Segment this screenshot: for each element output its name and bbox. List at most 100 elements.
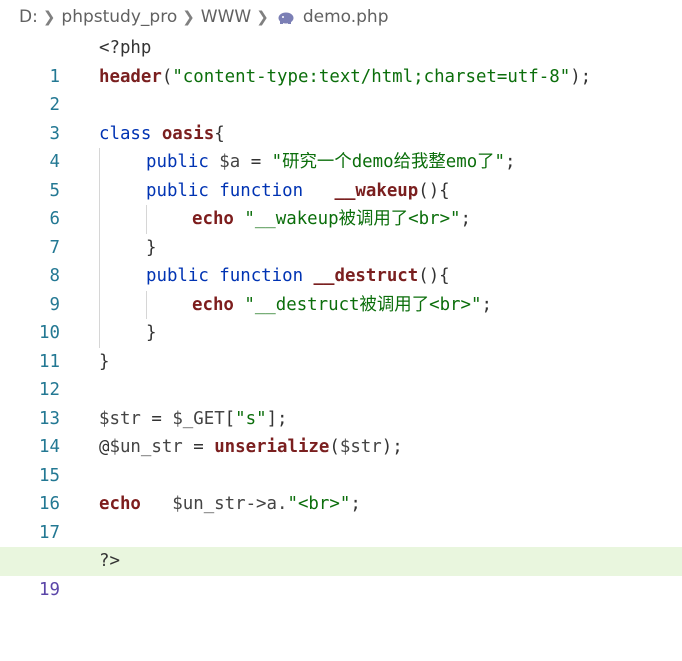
code-line: 17 echo $un_str->a."<br>"; — [0, 490, 682, 543]
indent-guide — [99, 262, 100, 291]
code-line: 8 } — [0, 233, 682, 286]
code-text: header("content-type:text/html;charset=u… — [99, 63, 591, 92]
variable: $str — [339, 437, 382, 457]
keyword: echo — [192, 294, 245, 315]
punctuation: } — [146, 237, 157, 258]
variable: $str — [99, 408, 141, 429]
code-text: echo "__destruct被调用了<br>"; — [192, 291, 492, 320]
variable: $un_str->a. — [151, 494, 288, 514]
code-text: class oasis{ — [99, 120, 225, 149]
variable: $a — [219, 152, 241, 172]
keyword: echo — [99, 494, 152, 514]
keyword: echo — [192, 209, 245, 229]
code-text: } — [99, 348, 109, 377]
punctuation: ( — [161, 66, 173, 87]
string-literal: "<br>" — [287, 494, 351, 514]
line-number: 19 — [39, 579, 60, 600]
code-line: 6 public function __wakeup(){ — [0, 176, 682, 229]
punctuation: (){ — [418, 180, 450, 201]
punctuation: ; — [460, 209, 471, 229]
code-text: } — [146, 319, 156, 348]
indent-guide — [99, 290, 100, 319]
indent-guide — [99, 176, 100, 205]
keyword: public — [146, 180, 220, 201]
code-text: @$un_str = unserialize($str); — [99, 433, 403, 462]
code-line: 10 echo "__destruct被调用了<br>"; — [0, 290, 682, 343]
punctuation: ( — [329, 437, 340, 457]
php-close-tag: ?> — [99, 551, 120, 571]
code-line: 13 — [0, 376, 682, 429]
function-name: __destruct — [313, 266, 419, 286]
indent-guide — [146, 205, 147, 234]
code-line: 7 echo "__wakeup被调用了<br>"; — [0, 205, 682, 258]
code-line: 11 } — [0, 319, 682, 372]
function-name: unserialize — [214, 437, 330, 457]
class-name: oasis — [161, 123, 215, 144]
code-text: echo "__wakeup被调用了<br>"; — [192, 205, 471, 234]
keyword: public — [146, 152, 220, 172]
code-text: public function __wakeup(){ — [146, 177, 450, 206]
operator: = — [182, 437, 215, 457]
chevron-right-icon: ❯ — [42, 8, 56, 26]
punctuation: ]; — [266, 408, 288, 429]
code-line: 9 public function __destruct(){ — [0, 262, 682, 315]
indent-guide — [99, 205, 100, 234]
breadcrumb-drive[interactable]: D: — [19, 7, 38, 27]
chevron-right-icon: ❯ — [256, 8, 269, 26]
variable: $un_str — [109, 437, 183, 457]
punctuation: { — [214, 123, 225, 144]
breadcrumb-folder-www[interactable]: WWW — [201, 7, 251, 27]
keyword: class — [99, 123, 162, 144]
php-open-tag: <?php — [99, 38, 152, 58]
string-literal: "s" — [235, 408, 267, 429]
keyword: public — [146, 266, 220, 286]
code-line: 18 — [0, 519, 682, 571]
operator: = — [240, 152, 272, 172]
string-literal: "content-type:text/html;charset=utf-8" — [172, 66, 571, 87]
indent-guide — [99, 319, 100, 348]
php-elephant-icon — [277, 10, 295, 24]
code-text: $str = $_GET["s"]; — [99, 405, 288, 434]
indent-guide — [99, 148, 100, 177]
code-line: 1 <?php — [0, 34, 682, 87]
punctuation: ; — [350, 494, 361, 514]
breadcrumb-folder-phpstudy[interactable]: phpstudy_pro — [61, 7, 177, 27]
punctuation: } — [99, 351, 110, 372]
function-name: __wakeup — [313, 180, 419, 201]
operator: @ — [99, 437, 110, 457]
punctuation: (){ — [418, 266, 450, 286]
code-line: 2 header("content-type:text/html;charset… — [0, 63, 682, 116]
code-text: } — [146, 234, 156, 263]
breadcrumb: D: ❯ phpstudy_pro ❯ WWW ❯ demo.php — [0, 0, 682, 34]
indent-guide — [99, 233, 100, 262]
code-text: ?> — [99, 547, 120, 576]
code-line: 3 — [0, 91, 682, 144]
punctuation: [ — [224, 408, 236, 429]
variable: $_GET — [172, 408, 225, 429]
string-literal: "研究一个demo给我整emo了" — [271, 152, 506, 172]
punctuation: ); — [570, 66, 592, 87]
punctuation: ; — [505, 152, 516, 172]
code-line: 14 $str = $_GET["s"]; — [0, 405, 682, 458]
code-line: 4 class oasis{ — [0, 120, 682, 173]
operator: = — [140, 408, 173, 429]
code-text: echo $un_str->a."<br>"; — [99, 490, 361, 519]
code-line: 5 public $a = "研究一个demo给我整emo了"; — [0, 148, 682, 201]
string-literal: "__destruct被调用了<br>" — [244, 294, 482, 315]
punctuation: } — [146, 323, 157, 343]
punctuation: ); — [381, 437, 403, 457]
punctuation: ; — [481, 294, 492, 315]
string-literal: "__wakeup被调用了<br>" — [244, 209, 461, 229]
code-line: 15 @$un_str = unserialize($str); — [0, 433, 682, 486]
keyword: function — [219, 180, 314, 201]
code-line: 16 — [0, 462, 682, 514]
function-name: header — [99, 66, 162, 87]
keyword: function — [219, 266, 314, 286]
chevron-right-icon: ❯ — [182, 8, 195, 26]
indent-guide — [146, 290, 147, 319]
breadcrumb-file[interactable]: demo.php — [303, 7, 389, 27]
code-text: <?php — [99, 34, 151, 63]
code-text: public $a = "研究一个demo给我整emo了"; — [146, 148, 516, 177]
code-editor[interactable]: 1 <?php 2 header("content-type:text/html… — [0, 34, 682, 600]
code-line: 12 } — [0, 348, 682, 401]
